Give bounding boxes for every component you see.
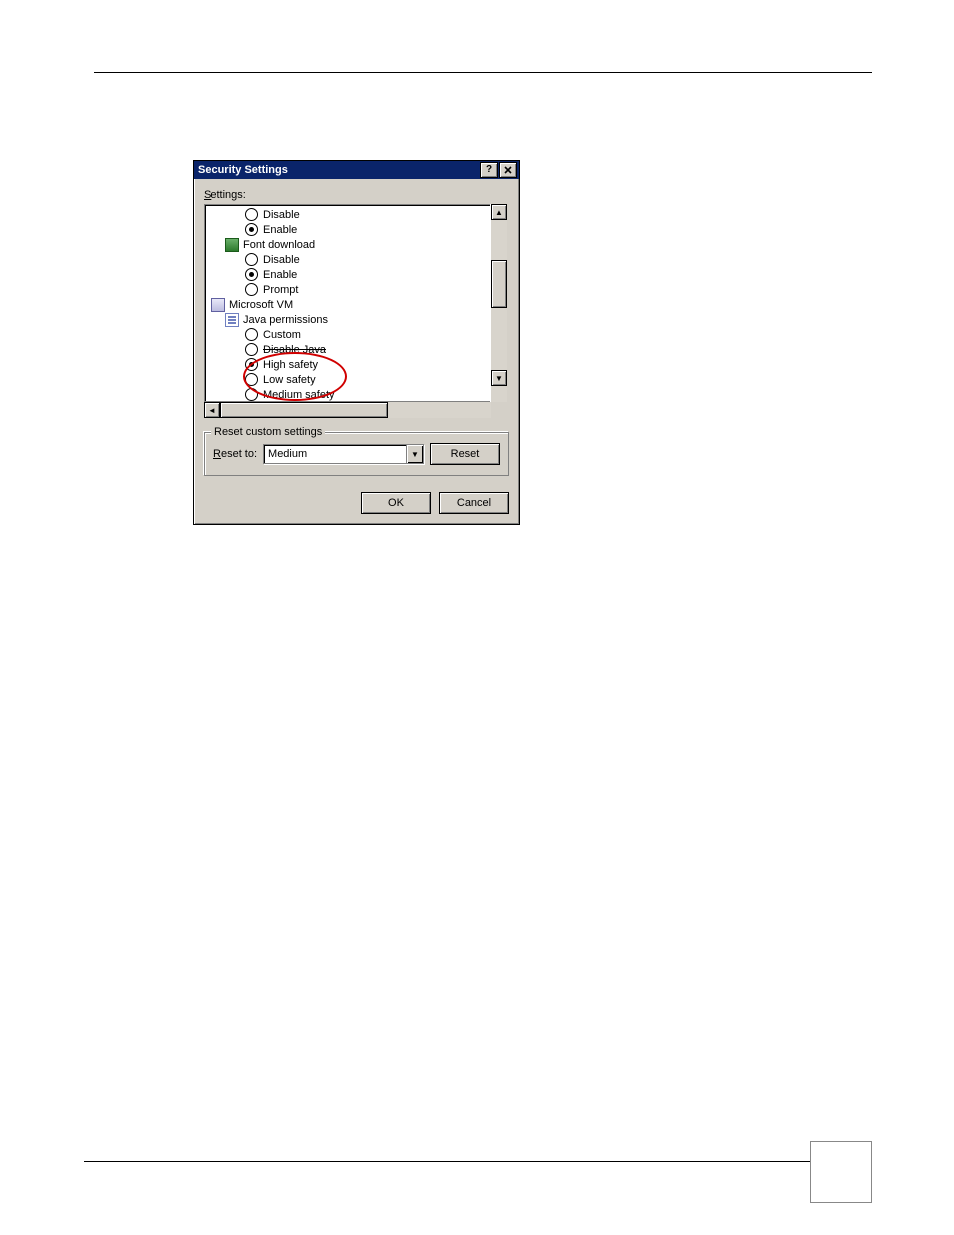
titlebar[interactable]: Security Settings ? xyxy=(194,161,519,179)
node-label: Microsoft VM xyxy=(229,299,293,311)
option-label: Medium safety xyxy=(263,389,335,401)
radio-font-disable[interactable]: Disable xyxy=(207,252,490,267)
close-icon xyxy=(504,166,512,174)
combo-value: Medium xyxy=(268,448,307,460)
page-number-box xyxy=(810,1141,872,1203)
option-label: High safety xyxy=(263,359,318,371)
option-label: Enable xyxy=(263,224,297,236)
cancel-button[interactable]: Cancel xyxy=(439,492,509,514)
radio-icon xyxy=(245,373,258,386)
document-icon xyxy=(225,313,239,327)
reset-custom-settings-group: Reset custom settings Reset to: Medium ▼… xyxy=(204,432,509,476)
page-rule-top xyxy=(94,72,872,73)
chevron-down-icon[interactable]: ▼ xyxy=(406,445,423,463)
scroll-left-button[interactable]: ◄ xyxy=(204,402,220,418)
scroll-thumb-horizontal[interactable] xyxy=(220,402,388,418)
node-font-download[interactable]: Font download xyxy=(207,237,490,252)
radio-icon xyxy=(245,388,258,401)
help-button[interactable]: ? xyxy=(480,162,498,178)
radio-icon xyxy=(245,253,258,266)
option-label: Disable xyxy=(263,209,300,221)
node-java-permissions[interactable]: Java permissions xyxy=(207,312,490,327)
radio-icon xyxy=(245,328,258,341)
option-label: Enable xyxy=(263,269,297,281)
radio-java-disable[interactable]: Disable Java xyxy=(207,342,490,357)
radio-icon xyxy=(245,343,258,356)
font-download-icon xyxy=(225,238,239,252)
radio-icon xyxy=(245,223,258,236)
option-label: Disable Java xyxy=(263,344,326,356)
scroll-up-button[interactable]: ▲ xyxy=(491,204,507,220)
reset-to-label: Reset to: xyxy=(213,448,257,460)
node-microsoft-vm[interactable]: Microsoft VM xyxy=(207,297,490,312)
horizontal-scrollbar[interactable]: ◄ ► xyxy=(204,402,507,418)
settings-tree[interactable]: Disable Enable Font download Disable Ena… xyxy=(204,204,491,402)
security-settings-dialog: Security Settings ? Settings: Disable En… xyxy=(193,160,520,525)
radio-disable-1[interactable]: Disable xyxy=(207,207,490,222)
settings-tree-container: Disable Enable Font download Disable Ena… xyxy=(204,204,507,418)
radio-icon xyxy=(245,208,258,221)
option-label: Low safety xyxy=(263,374,316,386)
radio-icon xyxy=(245,268,258,281)
radio-java-medium-safety[interactable]: Medium safety xyxy=(207,387,490,402)
ok-button[interactable]: OK xyxy=(361,492,431,514)
scroll-down-button[interactable]: ▼ xyxy=(491,370,507,386)
option-label: Prompt xyxy=(263,284,298,296)
radio-icon xyxy=(245,283,258,296)
vertical-scrollbar[interactable]: ▲ ▼ xyxy=(490,204,507,402)
radio-enable-1[interactable]: Enable xyxy=(207,222,490,237)
radio-font-enable[interactable]: Enable xyxy=(207,267,490,282)
reset-to-combo[interactable]: Medium ▼ xyxy=(263,444,424,464)
settings-label: ettings: xyxy=(210,189,245,201)
size-grip xyxy=(491,402,507,418)
radio-icon xyxy=(245,358,258,371)
option-label: Custom xyxy=(263,329,301,341)
vm-icon xyxy=(211,298,225,312)
scroll-thumb[interactable] xyxy=(491,260,507,308)
node-label: Font download xyxy=(243,239,315,251)
window-title: Security Settings xyxy=(198,161,479,179)
radio-java-high-safety[interactable]: High safety xyxy=(207,357,490,372)
radio-font-prompt[interactable]: Prompt xyxy=(207,282,490,297)
radio-java-low-safety[interactable]: Low safety xyxy=(207,372,490,387)
option-label: Disable xyxy=(263,254,300,266)
group-legend: Reset custom settings xyxy=(211,426,325,438)
reset-button[interactable]: Reset xyxy=(430,443,500,465)
node-label: Java permissions xyxy=(243,314,328,326)
page-rule-bottom xyxy=(84,1161,872,1162)
radio-java-custom[interactable]: Custom xyxy=(207,327,490,342)
close-button[interactable] xyxy=(499,162,517,178)
